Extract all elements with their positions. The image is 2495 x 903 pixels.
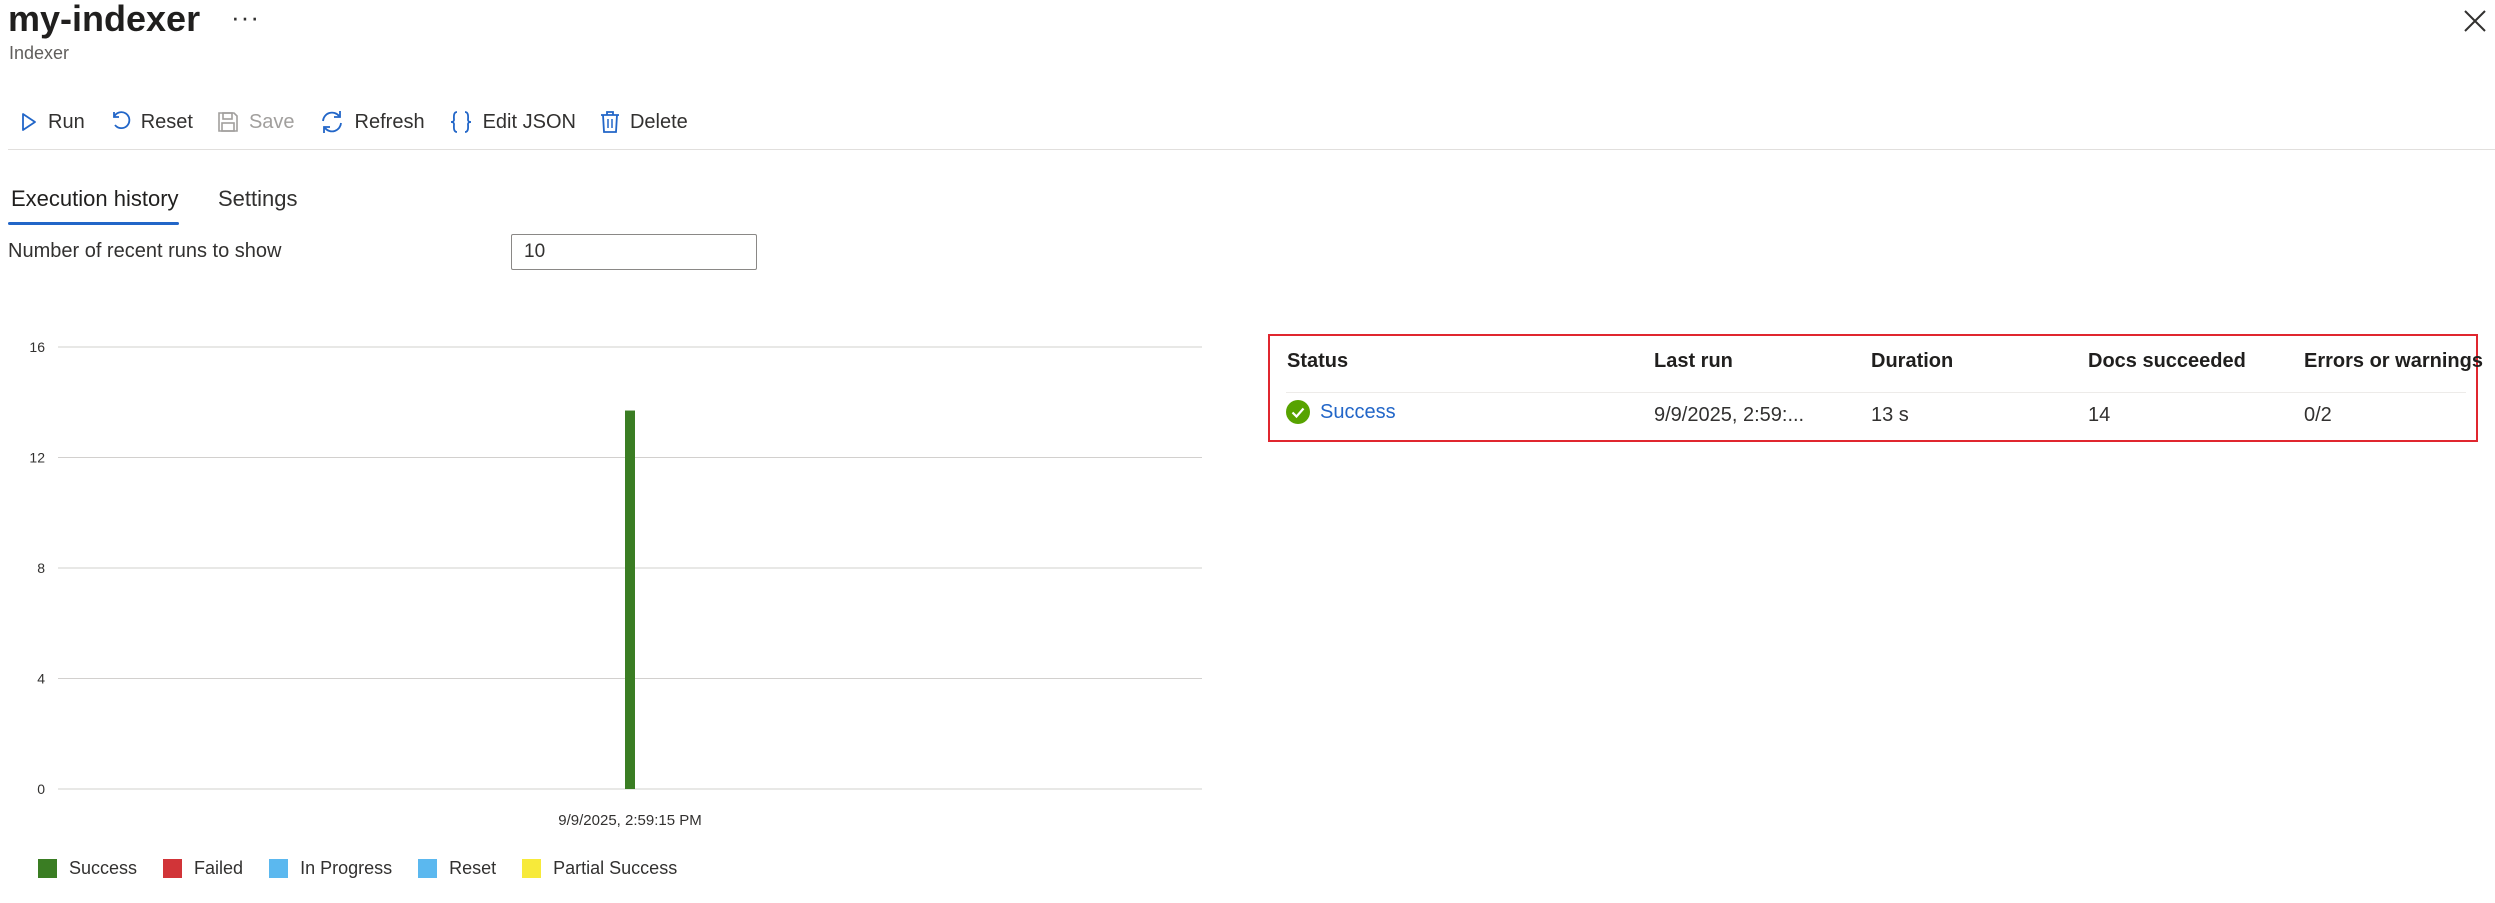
execution-history-chart: 0 4 8 12 16 9/9/2025, 2:59:15 PM (29, 339, 1202, 829)
recent-runs-input[interactable] (511, 234, 757, 270)
more-options-button[interactable]: ··· (231, 2, 260, 33)
run-label: Run (48, 110, 85, 133)
delete-button[interactable]: Delete (600, 110, 688, 134)
legend-swatch (38, 859, 57, 878)
chart-legend: Success Failed In Progress Reset Partial Suc… (38, 858, 703, 879)
page-title: my-indexer (8, 0, 201, 39)
legend-label: Partial Success (553, 858, 678, 878)
page-subtitle: Indexer (9, 43, 70, 63)
legend-swatch (418, 859, 438, 878)
y-tick-label: 4 (37, 671, 45, 687)
tab-execution-history[interactable]: Execution history (11, 186, 179, 212)
y-tick-label: 8 (37, 560, 45, 576)
legend-swatch (163, 859, 183, 878)
legend-item: Success (38, 858, 137, 879)
close-icon (2464, 10, 2486, 32)
legend-label: Failed (194, 858, 244, 878)
legend-item: Partial Success (522, 858, 677, 879)
cell-errors-warnings: 0/2 (2304, 404, 2332, 426)
col-header-errors-warnings: Errors or warnings (2304, 350, 2483, 372)
tab-settings[interactable]: Settings (218, 186, 298, 212)
recent-runs-label: Number of recent runs to show (8, 240, 282, 262)
y-tick-label: 0 (37, 781, 45, 797)
close-button[interactable] (2462, 8, 2488, 34)
save-button[interactable]: Save (217, 111, 295, 134)
cell-last-run: 9/9/2025, 2:59:... (1654, 404, 1805, 426)
bar-success (625, 410, 635, 789)
undo-icon (112, 111, 130, 130)
play-icon (22, 113, 36, 131)
edit-json-button[interactable]: Edit JSON (449, 110, 576, 134)
col-header-last-run: Last run (1654, 350, 1733, 372)
legend-label: In Progress (300, 858, 393, 878)
edit-json-label: Edit JSON (482, 110, 576, 133)
delete-label: Delete (629, 110, 688, 133)
braces-icon (450, 111, 471, 133)
refresh-button[interactable]: Refresh (319, 110, 425, 134)
x-tick-label: 9/9/2025, 2:59:15 PM (558, 812, 701, 829)
col-header-status: Status (1287, 350, 1349, 372)
cell-docs-succeeded: 14 (2088, 404, 2111, 426)
save-label: Save (248, 110, 295, 133)
legend-item: In Progress (269, 858, 392, 879)
refresh-label: Refresh (354, 110, 425, 133)
table-row-status: Success (1286, 400, 1396, 424)
legend-item: Reset (418, 858, 496, 879)
legend-item: Failed (163, 858, 243, 879)
reset-label: Reset (140, 110, 193, 133)
status-link[interactable]: Success (1320, 401, 1396, 424)
refresh-icon (321, 111, 342, 133)
toolbar-divider (8, 149, 2495, 150)
active-tab-indicator (8, 222, 179, 225)
row-separator (1286, 392, 2466, 393)
cell-duration: 13 s (1871, 404, 1909, 426)
legend-label: Reset (449, 858, 497, 878)
legend-swatch (522, 859, 542, 878)
run-button[interactable]: Run (20, 111, 85, 134)
reset-button[interactable]: Reset (109, 111, 193, 134)
col-header-docs-succeeded: Docs succeeded (2088, 350, 2246, 372)
y-tick-label: 12 (29, 450, 45, 466)
y-tick-label: 16 (29, 339, 45, 355)
check-circle-icon (1286, 400, 1310, 424)
save-icon (218, 112, 238, 132)
legend-label: Success (69, 858, 138, 878)
toolbar: Run Reset Save Refresh Edit JSON Delete (20, 104, 712, 140)
execution-history-table: Status Last run Duration Docs succeeded … (1268, 334, 2483, 442)
legend-swatch (269, 859, 289, 878)
trash-icon (600, 111, 619, 133)
col-header-duration: Duration (1871, 350, 1954, 372)
